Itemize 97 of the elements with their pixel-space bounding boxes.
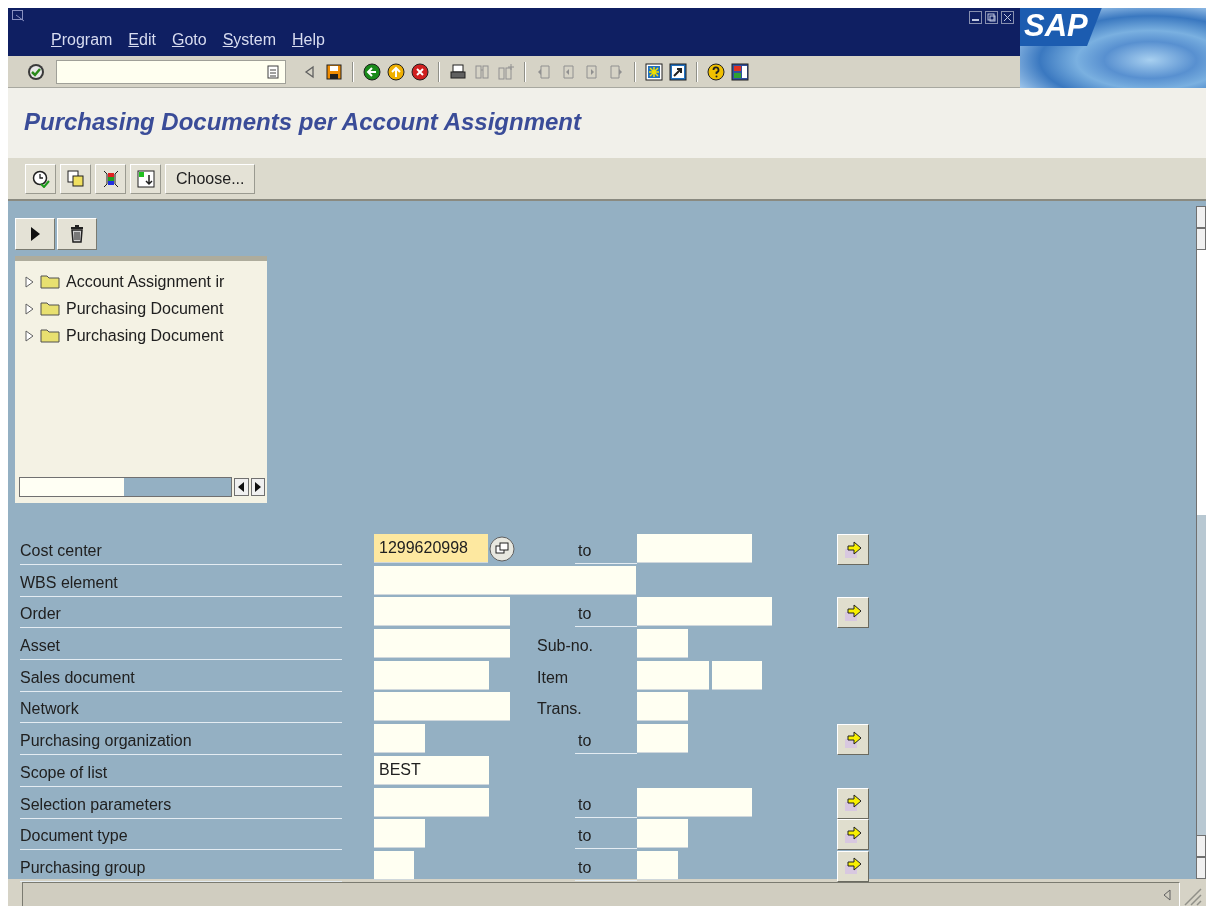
- minimize-icon[interactable]: [969, 11, 982, 24]
- new-window-icon[interactable]: [645, 62, 663, 81]
- history-icon[interactable]: [267, 64, 279, 79]
- menu-item[interactable]: Edit: [120, 31, 164, 49]
- multiple-selection-button[interactable]: [837, 724, 869, 756]
- input-field[interactable]: [374, 724, 425, 754]
- triangle-right-icon: [254, 482, 261, 492]
- input-field[interactable]: [637, 660, 709, 690]
- field-label: Trans.: [537, 699, 582, 719]
- input-field[interactable]: [637, 850, 678, 880]
- field-label: WBS element: [20, 565, 342, 597]
- save-icon[interactable]: [325, 62, 343, 81]
- field-label: Selection parameters: [20, 787, 342, 819]
- delete-button[interactable]: [57, 218, 97, 250]
- print-icon[interactable]: [449, 62, 467, 81]
- field-label: Document type: [20, 819, 342, 851]
- tree-item[interactable]: Purchasing Document: [66, 299, 224, 318]
- input-field[interactable]: [374, 660, 489, 690]
- arrow-right-icon: [843, 856, 863, 877]
- collapsed-icon[interactable]: [24, 329, 34, 342]
- menu-item[interactable]: Goto: [163, 31, 215, 49]
- input-field[interactable]: [637, 597, 772, 627]
- collapsed-icon[interactable]: [24, 302, 34, 315]
- trash-icon: [70, 225, 84, 243]
- input-field[interactable]: [712, 660, 762, 690]
- tree-item[interactable]: Purchasing Document: [66, 326, 224, 345]
- triangle-left-icon[interactable]: [1163, 889, 1171, 901]
- check-icon[interactable]: [27, 62, 45, 81]
- input-field[interactable]: [374, 850, 414, 880]
- toolbar-button[interactable]: [25, 163, 56, 194]
- input-field[interactable]: [374, 629, 510, 659]
- input-field[interactable]: [637, 819, 688, 849]
- import-icon: [136, 169, 155, 188]
- logo: SAP: [1020, 8, 1206, 88]
- arrow-right-icon: [843, 793, 863, 813]
- expand-button[interactable]: [15, 218, 55, 250]
- arrow-right-icon: [843, 539, 863, 560]
- menu-item[interactable]: Program: [43, 31, 121, 49]
- color-bars-icon: [101, 169, 120, 188]
- maximize-icon[interactable]: [985, 11, 998, 24]
- field-label: Purchasing organization: [20, 724, 342, 756]
- multiple-selection-button[interactable]: [837, 597, 869, 629]
- copy-icon: [66, 169, 85, 188]
- shortcut-icon[interactable]: [669, 62, 687, 81]
- input-field[interactable]: [374, 787, 489, 817]
- choose-button[interactable]: Choose...: [165, 163, 256, 194]
- help-icon[interactable]: [707, 62, 725, 81]
- back-icon[interactable]: [363, 62, 381, 81]
- horizontal-scrollbar[interactable]: [19, 477, 233, 497]
- tree-item[interactable]: Account Assignment ir: [66, 272, 225, 291]
- close-icon[interactable]: [1001, 11, 1014, 24]
- collapsed-icon[interactable]: [24, 275, 34, 288]
- field-label: Cost center: [20, 534, 342, 565]
- input-field[interactable]: [637, 724, 688, 754]
- input-field[interactable]: 1299620998: [374, 534, 488, 563]
- input-field[interactable]: [637, 629, 688, 659]
- field-label: Order: [20, 597, 342, 629]
- triangle-left-icon: [238, 482, 245, 492]
- cancel-icon[interactable]: [411, 62, 429, 81]
- toolbar-button[interactable]: [95, 163, 126, 194]
- input-field[interactable]: BEST: [374, 755, 489, 785]
- page-title: Purchasing Documents per Account Assignment: [8, 88, 1206, 158]
- field-label: Asset: [20, 629, 342, 661]
- field-label: Sales document: [20, 660, 342, 692]
- input-field[interactable]: [374, 692, 510, 722]
- input-field[interactable]: [374, 565, 636, 595]
- field-label: Item: [537, 667, 569, 687]
- arrow-right-icon: [843, 729, 863, 750]
- folder-icon: [40, 301, 60, 316]
- input-field[interactable]: [637, 534, 752, 563]
- layout-icon[interactable]: [731, 62, 749, 81]
- input-field[interactable]: [374, 597, 510, 627]
- play-icon: [29, 226, 41, 242]
- menu-item[interactable]: System: [214, 31, 284, 49]
- field-label: Network: [20, 692, 342, 724]
- clock-check-icon: [31, 169, 50, 188]
- arrow-right-icon: [843, 824, 863, 845]
- menu-item[interactable]: Help: [284, 31, 333, 49]
- arrow-right-icon: [843, 602, 863, 623]
- multiple-selection-button[interactable]: [837, 819, 869, 851]
- value-help-icon[interactable]: [489, 535, 515, 562]
- command-field[interactable]: [56, 59, 286, 84]
- toolbar-button[interactable]: [130, 163, 161, 194]
- multiple-selection-button[interactable]: [837, 534, 869, 565]
- input-field[interactable]: [374, 819, 425, 849]
- window-icon: [12, 10, 26, 22]
- field-label: Sub-no.: [537, 636, 594, 656]
- scroll-right-button[interactable]: [250, 478, 265, 496]
- input-field[interactable]: [637, 787, 752, 817]
- scroll-left-button[interactable]: [234, 478, 249, 496]
- input-field[interactable]: [637, 692, 688, 722]
- folder-icon: [40, 328, 60, 343]
- folder-icon: [40, 274, 60, 289]
- exit-icon[interactable]: [387, 62, 405, 81]
- multiple-selection-button[interactable]: [837, 850, 869, 882]
- multiple-selection-button[interactable]: [837, 787, 869, 819]
- field-label: Scope of list: [20, 755, 342, 787]
